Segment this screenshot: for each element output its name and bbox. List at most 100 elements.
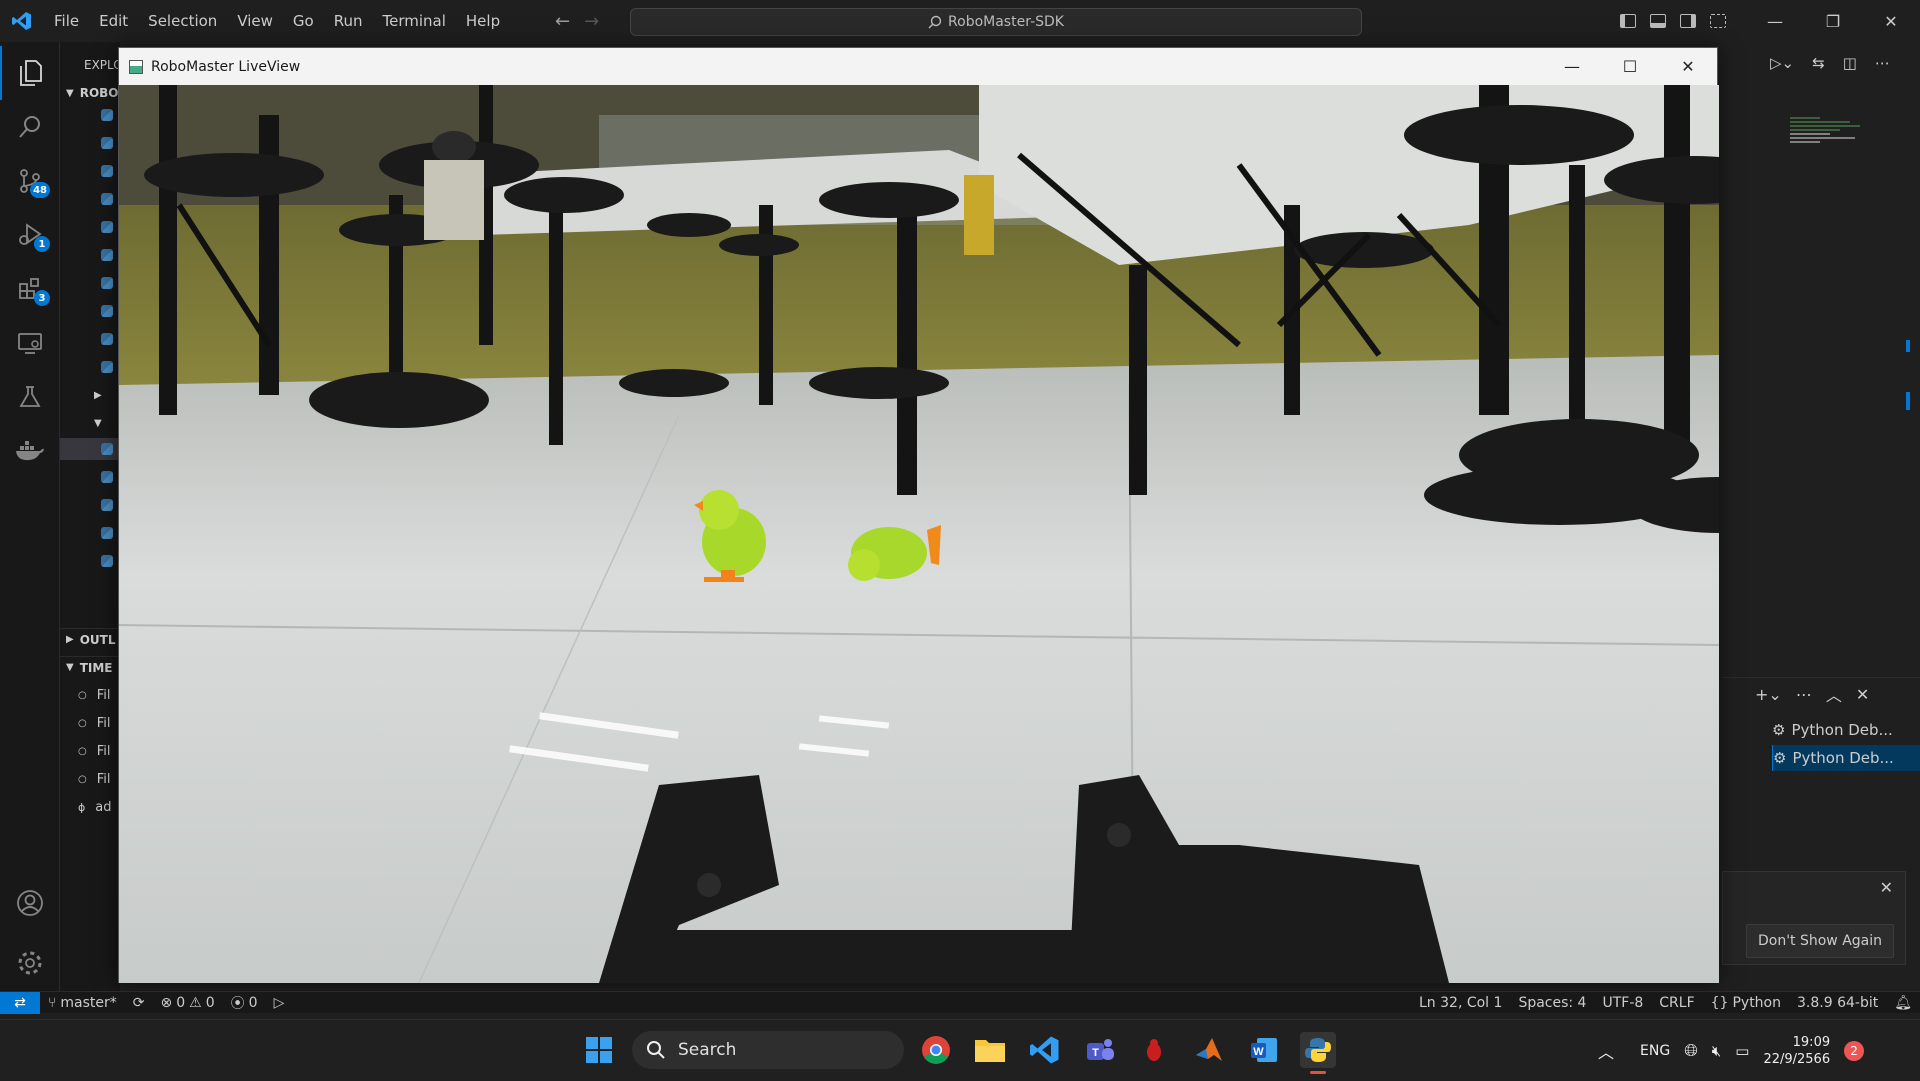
minimize-icon[interactable]: —	[1543, 48, 1601, 85]
ports-indicator[interactable]: ⦿ 0	[223, 993, 266, 1013]
back-arrow-icon[interactable]: ←	[555, 11, 570, 32]
sync-button[interactable]: ⟳	[125, 995, 153, 1011]
folder-item[interactable]: ▶	[60, 384, 120, 406]
maximize-icon[interactable]: ☐	[1601, 48, 1659, 85]
liveview-titlebar[interactable]: RoboMaster LiveView — ☐ ✕	[119, 48, 1717, 85]
file-item[interactable]	[60, 188, 120, 210]
timeline-item[interactable]: ○ Fil	[60, 684, 120, 706]
maximize-panel-icon[interactable]: ︿	[1826, 682, 1842, 706]
battery-icon[interactable]: ▭	[1735, 1042, 1749, 1060]
file-item[interactable]	[60, 216, 120, 238]
chrome-taskbar-button[interactable]	[918, 1032, 954, 1068]
more-actions-icon[interactable]: ⋯	[1875, 54, 1890, 72]
language-mode[interactable]: {} Python	[1703, 995, 1789, 1011]
file-item[interactable]	[60, 104, 120, 126]
timeline-section[interactable]: ▼ TIME	[60, 656, 120, 678]
notification-count-badge[interactable]: 2	[1844, 1040, 1865, 1061]
remote-explorer-button[interactable]	[0, 316, 60, 370]
file-item[interactable]	[60, 244, 120, 266]
volume-muted-icon[interactable]: 🔇︎	[1712, 1042, 1721, 1060]
file-item[interactable]	[60, 272, 120, 294]
explorer-button[interactable]	[0, 46, 60, 100]
testing-button[interactable]	[0, 370, 60, 424]
teams-taskbar-button[interactable]: T	[1082, 1032, 1118, 1068]
end-of-line[interactable]: CRLF	[1651, 995, 1702, 1011]
menu-selection[interactable]: Selection	[138, 0, 227, 42]
menu-go[interactable]: Go	[283, 0, 324, 42]
terminal-tab[interactable]: ⚙ Python Deb...	[1772, 717, 1920, 743]
menu-terminal[interactable]: Terminal	[373, 0, 456, 42]
account-button[interactable]	[0, 876, 60, 930]
close-icon[interactable]: ✕	[1862, 0, 1920, 42]
new-terminal-icon[interactable]: +⌄	[1755, 685, 1782, 704]
taskbar-search[interactable]: Search	[632, 1031, 904, 1069]
close-icon[interactable]: ✕	[1880, 878, 1893, 897]
folder-item[interactable]: ▼	[60, 412, 120, 434]
timeline-item[interactable]: ○ Fil	[60, 712, 120, 734]
terminal-tab-active[interactable]: ⚙ Python Deb...	[1772, 745, 1920, 771]
file-item[interactable]	[60, 300, 120, 322]
encoding[interactable]: UTF-8	[1594, 995, 1651, 1011]
remote-indicator[interactable]: ⇄	[0, 991, 40, 1014]
extensions-button[interactable]: 3	[0, 262, 60, 316]
split-editor-icon[interactable]: ◫	[1843, 54, 1857, 72]
problems-indicator[interactable]: ⊗ 0 ⚠ 0	[153, 995, 223, 1011]
more-actions-icon[interactable]: ⋯	[1796, 685, 1812, 704]
minimize-icon[interactable]: —	[1746, 0, 1804, 42]
source-control-button[interactable]: 48	[0, 154, 60, 208]
menu-file[interactable]: File	[44, 0, 89, 42]
file-item-selected[interactable]	[60, 438, 120, 460]
network-globe-icon[interactable]: 🌐︎	[1684, 1041, 1698, 1061]
outline-section[interactable]: ▶ OUTL	[60, 628, 120, 650]
debug-launch-button[interactable]: ▷	[266, 995, 293, 1011]
word-taskbar-button[interactable]: W	[1246, 1032, 1282, 1068]
file-item[interactable]	[60, 494, 120, 516]
command-center[interactable]: RoboMaster-SDK	[630, 8, 1362, 36]
python-taskbar-button-active[interactable]	[1300, 1032, 1336, 1074]
dont-show-again-button[interactable]: Don't Show Again	[1746, 924, 1894, 958]
close-icon[interactable]: ✕	[1659, 48, 1717, 85]
branch-indicator[interactable]: ⑂ master*	[40, 995, 125, 1011]
file-item[interactable]	[60, 356, 120, 378]
file-item[interactable]	[60, 522, 120, 544]
file-item[interactable]	[60, 550, 120, 572]
manage-button[interactable]	[0, 936, 60, 990]
chevron-up-icon[interactable]: ︿	[1598, 1039, 1614, 1063]
search-button[interactable]	[0, 100, 60, 154]
menu-view[interactable]: View	[227, 0, 283, 42]
docker-button[interactable]	[0, 424, 60, 478]
indentation[interactable]: Spaces: 4	[1510, 995, 1594, 1011]
file-explorer-taskbar-button[interactable]	[972, 1032, 1008, 1068]
file-item[interactable]	[60, 160, 120, 182]
workspace-root[interactable]: ▼ ROBO	[60, 82, 120, 104]
timeline-item[interactable]: ○ Fil	[60, 740, 120, 762]
vscode-taskbar-button[interactable]	[1027, 1032, 1063, 1068]
menu-help[interactable]: Help	[456, 0, 510, 42]
app-taskbar-button[interactable]	[1136, 1032, 1172, 1068]
menu-edit[interactable]: Edit	[89, 0, 138, 42]
cursor-position[interactable]: Ln 32, Col 1	[1411, 995, 1510, 1011]
file-item[interactable]	[60, 132, 120, 154]
start-button[interactable]	[581, 1032, 617, 1068]
toggle-panel-icon[interactable]	[1650, 14, 1666, 28]
file-item[interactable]	[60, 466, 120, 488]
minimap[interactable]	[1790, 115, 1870, 175]
notifications-button[interactable]: 🔔︎	[1886, 995, 1920, 1011]
toggle-primary-sidebar-icon[interactable]	[1620, 14, 1636, 28]
toggle-secondary-sidebar-icon[interactable]	[1680, 14, 1696, 28]
input-language[interactable]: ENG	[1640, 1043, 1670, 1059]
clock[interactable]: 19:09 22/9/2566	[1763, 1034, 1830, 1068]
file-item[interactable]	[60, 328, 120, 350]
run-debug-dropdown-icon[interactable]: ▷⌄	[1770, 54, 1794, 72]
run-debug-button[interactable]: 1	[0, 208, 60, 262]
restore-icon[interactable]: ❐	[1804, 0, 1862, 42]
forward-arrow-icon[interactable]: →	[584, 11, 599, 32]
matlab-taskbar-button[interactable]	[1191, 1032, 1227, 1068]
timeline-item[interactable]: ϕ ad	[60, 796, 120, 818]
customize-layout-icon[interactable]	[1710, 14, 1726, 28]
python-interpreter[interactable]: 3.8.9 64-bit	[1789, 995, 1886, 1011]
compare-changes-icon[interactable]: ⇆	[1812, 54, 1825, 72]
menu-run[interactable]: Run	[324, 0, 373, 42]
close-panel-icon[interactable]: ✕	[1856, 685, 1869, 704]
timeline-item[interactable]: ○ Fil	[60, 768, 120, 790]
